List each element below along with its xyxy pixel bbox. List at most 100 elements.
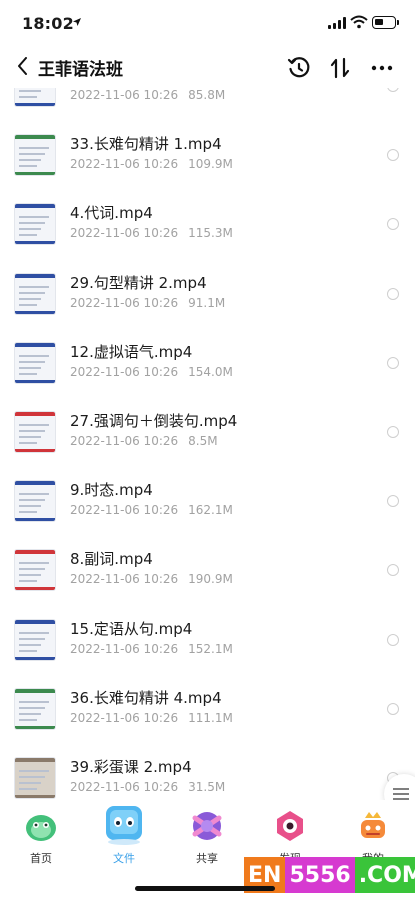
- file-size: 190.9M: [188, 572, 233, 587]
- file-name: 9.时态.mp4: [70, 481, 153, 500]
- file-meta: 2022-11-06 10:26 115.3M: [70, 226, 233, 240]
- file-date: 2022-11-06 10:26: [70, 434, 179, 448]
- file-date: 2022-11-06 10:26: [70, 157, 179, 172]
- file-size: 31.5M: [188, 780, 226, 794]
- video-thumbnail: [14, 203, 56, 246]
- home-mascot-icon: [26, 815, 56, 841]
- video-thumbnail: [14, 618, 56, 661]
- tab-home-label: 首页: [30, 852, 52, 865]
- select-radio[interactable]: [387, 88, 399, 92]
- file-row[interactable]: 27.强调句＋倒装句.mp4 2022-11-06 10:26 8.5M: [0, 400, 415, 469]
- file-list: 2022-11-06 10:26 85.8M 33.长难句精讲 1.mp4 2022-…: [0, 88, 415, 800]
- discover-mascot-icon: [277, 811, 303, 841]
- file-row[interactable]: 2022-11-06 10:26 85.8M: [0, 88, 415, 123]
- select-radio[interactable]: [387, 564, 399, 577]
- file-row[interactable]: 4.代词.mp4 2022-11-06 10:26 115.3M: [0, 192, 415, 261]
- file-meta: 2022-11-06 10:26 111.1M: [70, 711, 233, 725]
- file-row[interactable]: 9.时态.mp4 2022-11-06 10:26 162.1M: [0, 469, 415, 538]
- video-thumbnail: [14, 88, 56, 107]
- share-mascot-icon: [192, 812, 222, 840]
- file-row[interactable]: 12.虚拟语气.mp4 2022-11-06 10:26 154.0M: [0, 331, 415, 400]
- file-date: 2022-11-06 10:26: [70, 572, 179, 587]
- location-arrow-icon: [73, 18, 81, 26]
- file-meta: 2022-11-06 10:26 91.1M: [70, 296, 225, 310]
- home-indicator: [135, 886, 275, 891]
- select-radio[interactable]: [387, 426, 399, 438]
- file-name: 33.长难句精讲 1.mp4: [70, 135, 222, 154]
- history-icon: [287, 57, 310, 78]
- wifi-icon: [350, 15, 368, 29]
- sort-icon: [330, 57, 350, 79]
- file-size: 115.3M: [188, 226, 233, 241]
- select-radio[interactable]: [387, 149, 399, 162]
- file-size: 162.1M: [188, 503, 233, 518]
- video-thumbnail: [14, 411, 56, 453]
- select-radio[interactable]: [387, 495, 399, 508]
- file-date: 2022-11-06 10:26: [70, 641, 179, 656]
- file-date: 2022-11-06 10:26: [70, 295, 179, 310]
- video-thumbnail: [14, 757, 56, 799]
- video-thumbnail: [14, 134, 56, 177]
- file-row[interactable]: 39.彩蛋课 2.mp4 2022-11-06 10:26 31.5M: [0, 746, 415, 800]
- file-row[interactable]: 36.长难句精讲 4.mp4 2022-11-06 10:26 111.1M: [0, 677, 415, 746]
- file-date: 2022-11-06 10:26: [70, 780, 179, 794]
- more-options-button[interactable]: [368, 54, 396, 82]
- file-meta: 2022-11-06 10:26 152.1M: [70, 642, 233, 656]
- watermark-part-2: 5556: [285, 857, 355, 893]
- file-name: 8.副词.mp4: [70, 550, 153, 569]
- video-thumbnail: [14, 341, 56, 384]
- page-title: 王菲语法班: [38, 60, 123, 80]
- file-size: 85.8M: [188, 88, 226, 102]
- watermark-part-3: .COM: [354, 857, 415, 893]
- file-meta: 2022-11-06 10:26 85.8M: [70, 88, 225, 102]
- tab-files[interactable]: 文件: [94, 800, 154, 865]
- back-button[interactable]: [12, 52, 32, 80]
- select-radio[interactable]: [387, 356, 399, 369]
- battery-icon: [372, 16, 399, 29]
- select-radio[interactable]: [387, 702, 399, 715]
- file-meta: 2022-11-06 10:26 154.0M: [70, 365, 233, 379]
- file-row[interactable]: 8.副词.mp4 2022-11-06 10:26 190.9M: [0, 538, 415, 607]
- status-time: 18:02: [22, 14, 74, 33]
- chevron-left-icon: [17, 57, 27, 75]
- file-row[interactable]: 15.定语从句.mp4 2022-11-06 10:26 152.1M: [0, 608, 415, 677]
- status-bar: 18:02: [0, 0, 415, 48]
- file-name: 39.彩蛋课 2.mp4: [70, 758, 192, 776]
- sort-button[interactable]: [326, 54, 354, 82]
- file-meta: 2022-11-06 10:26 8.5M: [70, 434, 218, 448]
- file-name: 27.强调句＋倒装句.mp4: [70, 412, 238, 430]
- select-radio[interactable]: [387, 287, 399, 300]
- file-size: 154.0M: [188, 364, 233, 379]
- file-meta: 2022-11-06 10:26 162.1M: [70, 503, 233, 517]
- file-row[interactable]: 33.长难句精讲 1.mp4 2022-11-06 10:26 109.9M: [0, 123, 415, 192]
- file-date: 2022-11-06 10:26: [70, 503, 179, 518]
- file-name: 4.代词.mp4: [70, 204, 153, 223]
- file-meta: 2022-11-06 10:26 190.9M: [70, 572, 233, 586]
- select-radio[interactable]: [387, 218, 399, 231]
- file-size: 91.1M: [188, 295, 226, 310]
- select-radio[interactable]: [387, 633, 399, 646]
- file-meta: 2022-11-06 10:26 31.5M: [70, 780, 225, 794]
- file-size: 152.1M: [188, 641, 233, 656]
- file-name: 36.长难句精讲 4.mp4: [70, 688, 222, 707]
- tab-home[interactable]: 首页: [11, 808, 71, 868]
- file-meta: 2022-11-06 10:26 109.9M: [70, 157, 233, 171]
- file-size: 8.5M: [188, 434, 218, 448]
- video-thumbnail: [14, 480, 56, 523]
- file-date: 2022-11-06 10:26: [70, 710, 179, 725]
- file-date: 2022-11-06 10:26: [70, 226, 179, 241]
- tab-share[interactable]: 共享: [177, 808, 237, 868]
- file-size: 109.9M: [188, 157, 233, 172]
- profile-mascot-icon: [361, 812, 385, 838]
- history-button[interactable]: [285, 54, 313, 82]
- menu-lines-icon: [393, 788, 409, 800]
- file-size: 111.1M: [188, 710, 233, 725]
- video-thumbnail: [14, 687, 56, 730]
- cellular-signal-icon: [328, 17, 346, 29]
- more-horizontal-icon: [371, 65, 393, 71]
- file-row[interactable]: 29.句型精讲 2.mp4 2022-11-06 10:26 91.1M: [0, 262, 415, 331]
- file-date: 2022-11-06 10:26: [70, 88, 179, 102]
- file-name: 12.虚拟语气.mp4: [70, 342, 193, 361]
- tab-share-label: 共享: [196, 852, 218, 865]
- files-mascot-icon: [106, 806, 142, 845]
